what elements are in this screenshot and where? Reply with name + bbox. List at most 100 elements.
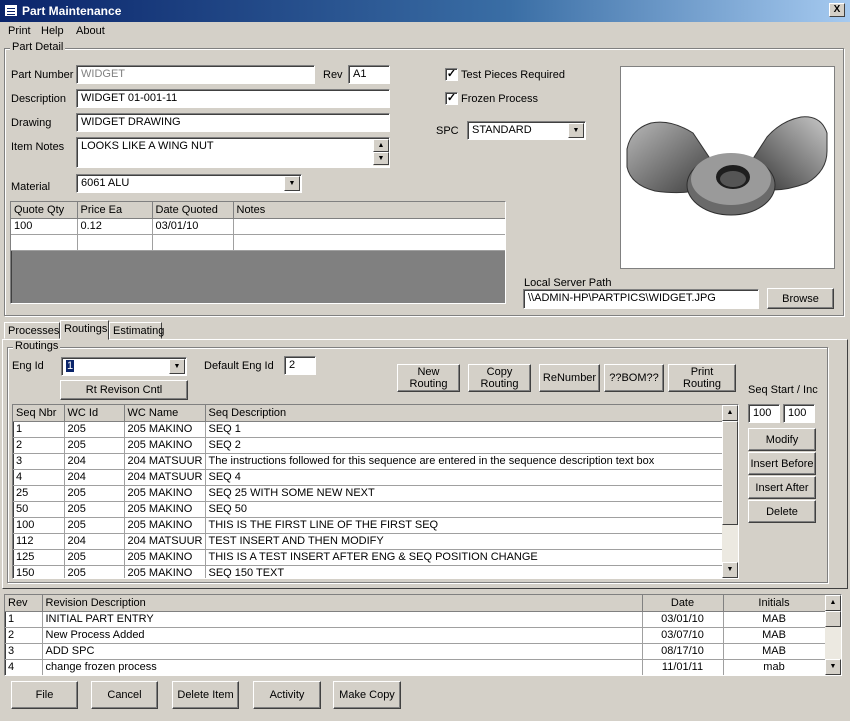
print-routing-button[interactable]: Print Routing	[668, 364, 736, 392]
table-cell[interactable]: 125	[13, 549, 65, 566]
item-notes-scrollbar[interactable]: ▲ ▼	[373, 139, 389, 166]
item-notes-field[interactable]: LOOKS LIKE A WING NUT ▲ ▼	[76, 137, 390, 168]
tab-estimating[interactable]: Estimating	[109, 322, 164, 339]
table-cell[interactable]: SEQ 50	[205, 501, 723, 518]
cancel-button[interactable]: Cancel	[91, 681, 158, 709]
menu-about[interactable]: About	[76, 25, 105, 37]
table-row[interactable]: 4 change frozen process 11/01/11 mab	[5, 659, 826, 675]
quote-cell[interactable]	[233, 218, 505, 235]
quote-cell[interactable]	[152, 234, 234, 251]
chevron-down-icon[interactable]: ▼	[568, 123, 584, 138]
table-row[interactable]: 150 205 205 MAKINO SEQ 150 TEXT	[13, 565, 723, 578]
table-cell[interactable]: SEQ 1	[205, 421, 723, 438]
revision-grid[interactable]: Rev Revision Description Date Initials 1…	[4, 594, 842, 676]
table-cell[interactable]: The instructions followed for this seque…	[205, 453, 723, 470]
frozen-process-checkbox[interactable]: ✓	[445, 92, 458, 105]
routing-header-wc-name[interactable]: WC Name	[124, 405, 206, 422]
table-row[interactable]: 1 INITIAL PART ENTRY 03/01/10 MAB	[5, 611, 826, 628]
routing-scrollbar[interactable]: ▲ ▼	[722, 405, 738, 578]
table-cell[interactable]: 205	[64, 501, 125, 518]
quote-cell[interactable]	[77, 234, 153, 251]
table-row[interactable]: 4 204 204 MATSUUR SEQ 4	[13, 469, 723, 486]
table-row[interactable]: 3 ADD SPC 08/17/10 MAB	[5, 643, 826, 660]
activity-button[interactable]: Activity	[253, 681, 321, 709]
close-button[interactable]: X	[829, 3, 845, 17]
table-row[interactable]: 50 205 205 MAKINO SEQ 50	[13, 501, 723, 518]
table-cell[interactable]: MAB	[723, 627, 826, 644]
scroll-thumb[interactable]	[825, 611, 841, 627]
quote-grid[interactable]: Quote Qty Price Ea Date Quoted Notes 100…	[10, 201, 506, 304]
quote-cell[interactable]	[11, 234, 78, 251]
table-cell[interactable]: 205 MAKINO	[124, 485, 206, 502]
table-cell[interactable]: 3	[5, 643, 43, 660]
table-row[interactable]: 125 205 205 MAKINO THIS IS A TEST INSERT AF…	[13, 549, 723, 566]
table-cell[interactable]: 204 MATSUUR	[124, 469, 206, 486]
table-cell[interactable]: 205 MAKINO	[124, 549, 206, 566]
table-row[interactable]: 1 205 205 MAKINO SEQ 1	[13, 421, 723, 438]
quote-header-date[interactable]: Date Quoted	[152, 202, 234, 219]
test-pieces-checkbox[interactable]: ✓	[445, 68, 458, 81]
material-select[interactable]: 6061 ALU ▼	[76, 174, 302, 193]
table-cell[interactable]: SEQ 150 TEXT	[205, 565, 723, 578]
insert-before-button[interactable]: Insert Before	[748, 452, 816, 475]
table-cell[interactable]: 25	[13, 485, 65, 502]
table-cell[interactable]: 205 MAKINO	[124, 421, 206, 438]
make-copy-button[interactable]: Make Copy	[333, 681, 401, 709]
table-cell[interactable]: SEQ 25 WITH SOME NEW NEXT	[205, 485, 723, 502]
table-cell[interactable]: 205	[64, 437, 125, 454]
table-cell[interactable]: MAB	[723, 643, 826, 660]
quote-cell[interactable]: 100	[11, 218, 78, 235]
table-cell[interactable]: 3	[13, 453, 65, 470]
table-row[interactable]	[11, 234, 505, 251]
table-cell[interactable]: THIS IS THE FIRST LINE OF THE FIRST SEQ	[205, 517, 723, 534]
scroll-down-icon[interactable]: ▼	[722, 562, 738, 578]
description-field[interactable]: WIDGET 01-001-11	[76, 89, 390, 108]
table-cell[interactable]: 204	[64, 533, 125, 550]
table-cell[interactable]: 205 MAKINO	[124, 517, 206, 534]
part-number-field[interactable]: WIDGET	[76, 65, 315, 84]
delete-seq-button[interactable]: Delete	[748, 500, 816, 523]
drawing-field[interactable]: WIDGET DRAWING	[76, 113, 390, 132]
table-cell[interactable]: 150	[13, 565, 65, 578]
table-cell[interactable]: 08/17/10	[642, 643, 724, 660]
quote-cell[interactable]: 03/01/10	[152, 218, 234, 235]
table-cell[interactable]: 205 MAKINO	[124, 565, 206, 578]
table-row[interactable]: 2 New Process Added 03/07/10 MAB	[5, 627, 826, 644]
table-row[interactable]: 2 205 205 MAKINO SEQ 2	[13, 437, 723, 454]
copy-routing-button[interactable]: Copy Routing	[468, 364, 531, 392]
scroll-up-icon[interactable]: ▲	[825, 595, 841, 611]
tab-routings[interactable]: Routings	[60, 320, 109, 340]
eng-id-select[interactable]: 1 ▼	[61, 357, 187, 376]
default-eng-field[interactable]: 2	[284, 356, 316, 375]
quote-cell[interactable]: 0.12	[77, 218, 153, 235]
table-cell[interactable]: THIS IS A TEST INSERT AFTER ENG & SEQ PO…	[205, 549, 723, 566]
scroll-down-icon[interactable]: ▼	[825, 659, 841, 675]
bom-button[interactable]: ??BOM??	[604, 364, 664, 392]
table-cell[interactable]: 205	[64, 485, 125, 502]
table-cell[interactable]: INITIAL PART ENTRY	[42, 611, 643, 628]
table-cell[interactable]: New Process Added	[42, 627, 643, 644]
routing-header-description[interactable]: Seq Description	[205, 405, 723, 422]
quote-header-qty[interactable]: Quote Qty	[11, 202, 78, 219]
routing-grid[interactable]: Seq Nbr WC Id WC Name Seq Description 12…	[12, 404, 739, 579]
table-cell[interactable]: SEQ 2	[205, 437, 723, 454]
table-cell[interactable]: SEQ 4	[205, 469, 723, 486]
chevron-down-icon[interactable]: ▼	[284, 176, 300, 191]
scroll-thumb[interactable]	[722, 421, 738, 525]
table-cell[interactable]: 50	[13, 501, 65, 518]
rev-field[interactable]: A1	[348, 65, 390, 84]
menu-help[interactable]: Help	[41, 25, 64, 37]
table-cell[interactable]: 205	[64, 549, 125, 566]
table-cell[interactable]: 11/01/11	[642, 659, 724, 675]
chevron-down-icon[interactable]: ▼	[169, 359, 185, 374]
rt-revision-button[interactable]: Rt Revison Cntl	[60, 380, 188, 400]
delete-item-button[interactable]: Delete Item	[172, 681, 239, 709]
table-cell[interactable]: 03/01/10	[642, 611, 724, 628]
table-row[interactable]: 100 0.12 03/01/10	[11, 218, 505, 235]
revision-header-description[interactable]: Revision Description	[42, 595, 643, 612]
table-cell[interactable]: 204	[64, 453, 125, 470]
scroll-up-icon[interactable]: ▲	[722, 405, 738, 421]
table-cell[interactable]: 205	[64, 517, 125, 534]
table-row[interactable]: 112 204 204 MATSUUR TEST INSERT AND THEN MO…	[13, 533, 723, 550]
table-cell[interactable]: mab	[723, 659, 826, 675]
